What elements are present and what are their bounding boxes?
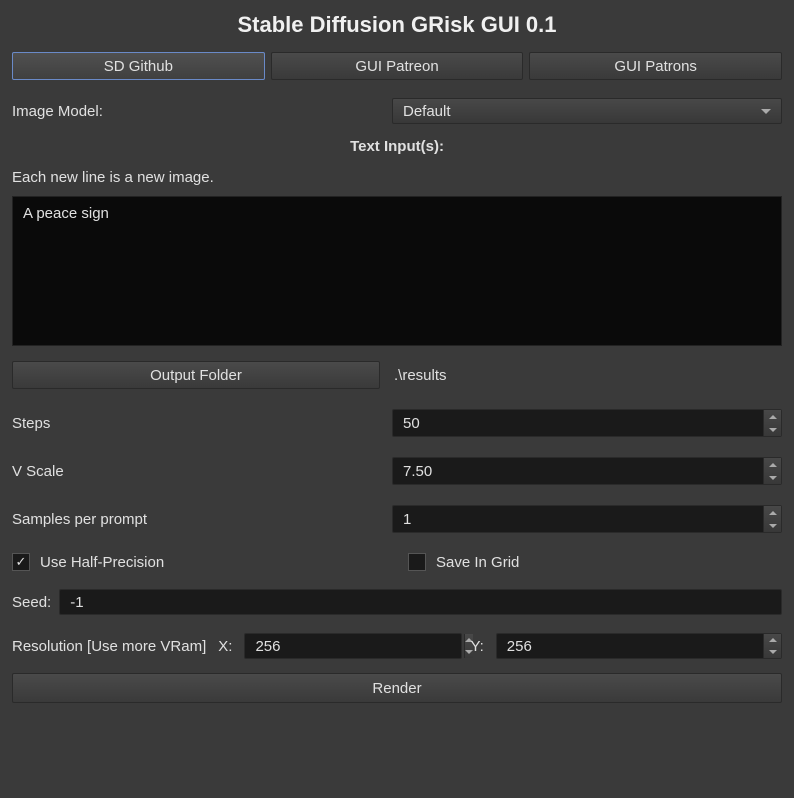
tab-row: SD Github GUI Patreon GUI Patrons [12,52,782,80]
arrow-down-icon [769,476,777,480]
app-title: Stable Diffusion GRisk GUI 0.1 [12,12,782,38]
save-grid-checkbox[interactable] [408,553,426,571]
render-button[interactable]: Render [12,673,782,703]
resolution-x-spinner[interactable] [244,633,462,659]
vscale-spinner-buttons [763,458,781,484]
samples-label: Samples per prompt [12,511,392,528]
image-model-select[interactable]: Default [392,98,782,124]
steps-spinner[interactable] [392,409,782,437]
samples-down-button[interactable] [764,519,781,532]
tab-sd-github[interactable]: SD Github [12,52,265,80]
arrow-up-icon [769,415,777,419]
vscale-input[interactable] [393,458,763,484]
resolution-label: Resolution [Use more VRam] [12,638,206,655]
text-inputs-header: Text Input(s): [12,138,782,155]
vscale-row: V Scale [12,457,782,485]
arrow-down-icon [769,428,777,432]
vscale-down-button[interactable] [764,471,781,484]
prompt-textarea[interactable] [12,196,782,346]
arrow-down-icon [769,524,777,528]
steps-down-button[interactable] [764,423,781,436]
resolution-y-label: Y: [470,638,483,655]
samples-spinner[interactable] [392,505,782,533]
save-grid-label: Save In Grid [436,554,519,571]
chevron-down-icon [761,109,771,114]
steps-row: Steps [12,409,782,437]
half-precision-label: Use Half-Precision [40,554,398,571]
arrow-up-icon [769,638,777,642]
resolution-y-input[interactable] [497,634,763,658]
steps-input[interactable] [393,410,763,436]
text-inputs-hint: Each new line is a new image. [12,169,782,186]
resolution-y-spinner[interactable] [496,633,782,659]
resolution-x-label: X: [218,638,232,655]
image-model-label: Image Model: [12,103,392,120]
samples-spinner-buttons [763,506,781,532]
arrow-up-icon [769,463,777,467]
arrow-up-icon [769,511,777,515]
tab-gui-patrons[interactable]: GUI Patrons [529,52,782,80]
steps-up-button[interactable] [764,410,781,423]
tab-gui-patreon[interactable]: GUI Patreon [271,52,524,80]
output-folder-button[interactable]: Output Folder [12,361,380,389]
output-path-text: .\results [394,367,447,384]
arrow-down-icon [769,650,777,654]
seed-label: Seed: [12,594,51,611]
resolution-y-down-button[interactable] [764,646,781,658]
checks-row: Use Half-Precision Save In Grid [12,553,782,571]
samples-up-button[interactable] [764,506,781,519]
seed-input[interactable] [59,589,782,615]
steps-spinner-buttons [763,410,781,436]
resolution-x-input[interactable] [245,634,464,658]
output-row: Output Folder .\results [12,361,782,389]
resolution-y-spinner-buttons [763,634,781,658]
half-precision-checkbox[interactable] [12,553,30,571]
image-model-row: Image Model: Default [12,98,782,124]
samples-row: Samples per prompt [12,505,782,533]
vscale-up-button[interactable] [764,458,781,471]
resolution-y-up-button[interactable] [764,634,781,646]
steps-label: Steps [12,415,392,432]
image-model-selected: Default [403,103,451,120]
vscale-label: V Scale [12,463,392,480]
samples-input[interactable] [393,506,763,532]
seed-row: Seed: [12,589,782,615]
resolution-row: Resolution [Use more VRam] X: Y: [12,633,782,659]
vscale-spinner[interactable] [392,457,782,485]
